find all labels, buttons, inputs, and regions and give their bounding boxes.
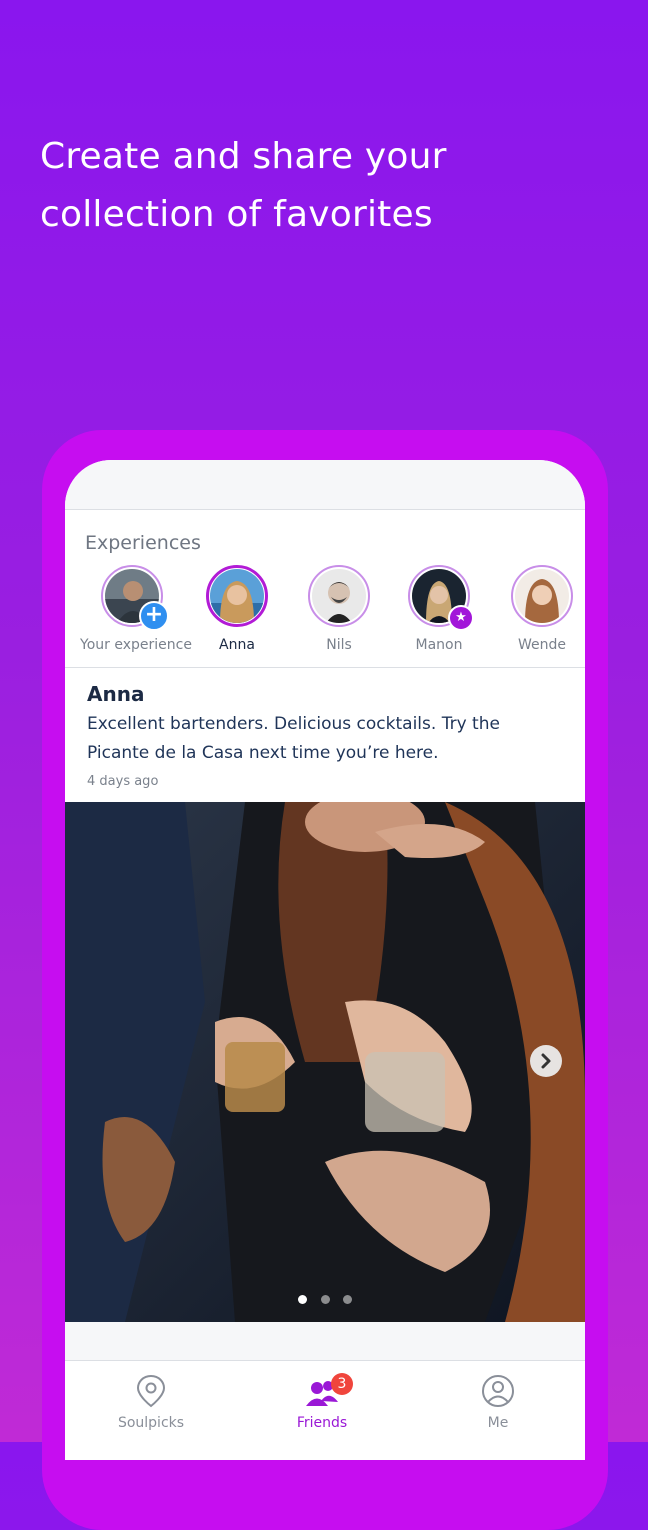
story-label: Anna [219,637,255,653]
chevron-right-icon [541,1053,551,1069]
party-photo [65,802,585,1322]
avatar [515,569,569,623]
experiences-title: Experiences [85,532,201,554]
friends-count-badge: 3 [331,1373,353,1395]
profile-icon [482,1375,514,1407]
add-story-icon[interactable]: + [139,601,169,631]
tab-soulpicks[interactable]: Soulpicks [86,1373,216,1431]
headline: Create and share your collection of favo… [40,128,600,244]
tab-friends[interactable]: 3 Friends [257,1373,387,1431]
tab-label: Friends [296,1415,348,1431]
location-pin-icon [136,1374,166,1408]
status-bar [65,460,585,510]
story-ring-active [206,565,268,627]
next-photo-button[interactable] [530,1045,562,1077]
post-card: Anna Excellent bartenders. Delicious coc… [65,668,585,802]
post-author[interactable]: Anna [87,682,563,706]
avatar [312,569,366,623]
star-badge-icon: ★ [448,605,474,631]
story-ring: ★ [408,565,474,631]
avatar [210,569,264,623]
post-text: Excellent bartenders. Delicious cocktail… [87,714,500,763]
carousel-pagination [65,1289,585,1308]
story-label: Manon [415,637,463,653]
story-nils[interactable]: Nils [287,565,391,653]
story-label: Nils [326,637,352,653]
page-dot[interactable] [320,1295,330,1304]
tab-bar: Soulpicks 3 Friends Me [65,1361,585,1446]
story-label: Your experience [80,637,192,653]
section-gap [65,1322,585,1361]
story-label: Wende [517,637,566,653]
post-timestamp: 4 days ago [87,774,159,789]
phone-screen: Experiences + Your experience Anna Nils … [65,460,585,1460]
story-ring: + [101,565,169,631]
tab-me[interactable]: Me [433,1373,563,1431]
story-manon[interactable]: ★ Manon [387,565,491,653]
headline-line-1: Create and share your [40,136,447,177]
story-wende[interactable]: Wende [490,565,585,653]
story-ring [511,565,573,627]
story-anna[interactable]: Anna [185,565,289,653]
headline-line-2: collection of favorites [40,194,433,235]
story-ring [308,565,370,627]
story-your-experience[interactable]: + Your experience [80,565,192,653]
stories-row[interactable]: + Your experience Anna Nils ★ Manon Wend… [65,565,585,665]
experiences-section: Experiences + Your experience Anna Nils … [65,510,585,668]
post-photo-carousel[interactable] [65,802,585,1322]
page-dot-active[interactable] [298,1295,308,1304]
page-dot[interactable] [342,1295,352,1304]
tab-label: Me [487,1415,509,1431]
tab-label: Soulpicks [117,1415,185,1431]
